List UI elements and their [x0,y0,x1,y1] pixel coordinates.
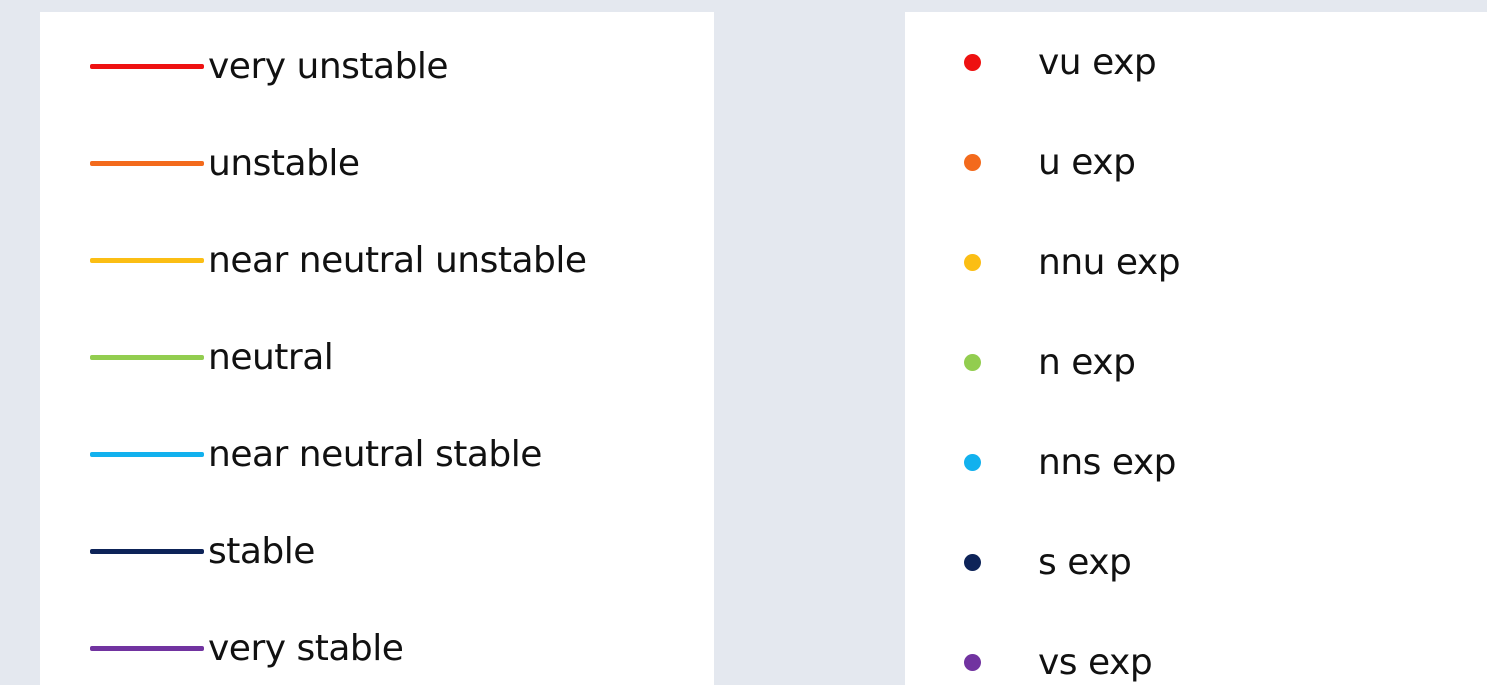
line-swatch [90,257,204,263]
marker-legend-entry: n exp [964,341,1136,383]
line-legend-label: very unstable [208,45,449,87]
marker-dot [964,653,981,671]
marker-legend-panel: vu exp u exp nnu exp n exp nns exp s exp vs ex… [905,12,1487,685]
marker-legend-label: vs exp [1038,641,1153,683]
line-legend-entry: stable [90,530,315,572]
line-legend-entry: neutral [90,336,334,378]
line-legend-entry: near neutral stable [90,433,542,475]
line-swatch [90,63,204,69]
line-swatch [90,548,204,554]
line-legend-entry: very unstable [90,45,449,87]
line-swatch [90,160,204,166]
marker-legend-label: u exp [1038,141,1136,183]
line-swatch [90,645,204,651]
marker-legend-label: vu exp [1038,41,1157,83]
line-legend-label: near neutral stable [208,433,542,475]
marker-dot [964,453,981,471]
marker-dot [964,353,981,371]
line-legend-entry: unstable [90,142,360,184]
line-swatch [90,354,204,360]
line-legend-label: stable [208,530,315,572]
marker-legend-label: s exp [1038,541,1132,583]
marker-legend-entry: u exp [964,141,1136,183]
line-legend-label: very stable [208,627,404,669]
marker-legend-entry: nnu exp [964,241,1181,283]
marker-legend-entry: s exp [964,541,1132,583]
line-legend-entry: very stable [90,627,404,669]
marker-dot [964,253,981,271]
marker-legend-label: n exp [1038,341,1136,383]
marker-dot [964,153,981,171]
marker-dot [964,53,981,71]
line-legend-label: unstable [208,142,360,184]
line-legend-label: near neutral unstable [208,239,587,281]
marker-legend-label: nnu exp [1038,241,1181,283]
marker-dot [964,553,981,571]
marker-legend-entry: vs exp [964,641,1153,683]
marker-legend-label: nns exp [1038,441,1177,483]
marker-legend-entry: nns exp [964,441,1177,483]
line-legend-panel: very unstable unstable near neutral unstab… [40,12,714,685]
line-legend-label: neutral [208,336,334,378]
marker-legend-entry: vu exp [964,41,1157,83]
line-legend-entry: near neutral unstable [90,239,587,281]
line-swatch [90,451,204,457]
top-margin-strip [0,0,1487,12]
